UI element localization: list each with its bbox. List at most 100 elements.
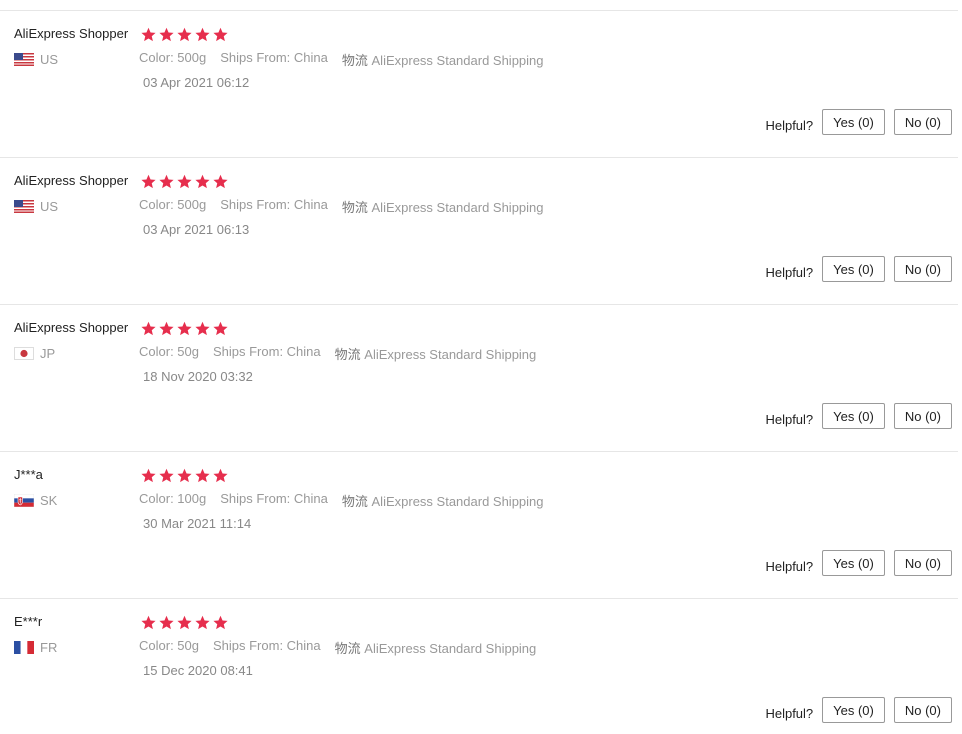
ships-from: Ships From: China <box>220 491 328 506</box>
star-icon <box>141 174 156 189</box>
order-info: Color: 100g Ships From: China 物流 AliExpr… <box>139 491 544 510</box>
country-code: JP <box>40 346 56 361</box>
star-icon <box>195 174 210 189</box>
star-icon <box>213 615 228 630</box>
star-rating <box>140 320 229 337</box>
us-flag-icon <box>14 200 34 213</box>
star-icon <box>213 27 228 42</box>
star-icon <box>177 468 192 483</box>
star-icon <box>213 321 228 336</box>
star-rating <box>140 467 229 484</box>
sk-flag-icon <box>14 494 34 507</box>
reviewer-country: US <box>14 52 58 67</box>
color-option: Color: 50g <box>139 344 199 359</box>
star-icon <box>213 468 228 483</box>
shipping-key: 物流 <box>341 200 368 215</box>
helpful-label: Helpful? <box>765 117 814 133</box>
shipping-key: 物流 <box>341 494 368 509</box>
order-info: Color: 500g Ships From: China 物流 AliExpr… <box>139 50 544 69</box>
shipping-value: AliExpress Standard Shipping <box>371 494 544 509</box>
country-code: US <box>40 199 59 214</box>
shipping-method: 物流 AliExpress Standard Shipping <box>342 491 544 510</box>
country-code: US <box>40 52 59 67</box>
reviewer-name: AliExpress Shopper <box>14 26 129 41</box>
shipping-method: 物流 AliExpress Standard Shipping <box>342 50 544 69</box>
star-icon <box>141 27 156 42</box>
reviewer-name: AliExpress Shopper <box>14 173 129 188</box>
helpful-yes-button[interactable]: Yes (0) <box>822 697 885 723</box>
review-item: E***r FR Color: 50g Ships From: China 物流… <box>0 598 958 725</box>
shipping-method: 物流 AliExpress Standard Shipping <box>335 638 537 657</box>
star-rating <box>140 614 229 631</box>
star-icon <box>195 27 210 42</box>
star-rating <box>140 26 229 43</box>
country-code: FR <box>40 640 58 655</box>
ships-from: Ships From: China <box>212 638 321 653</box>
helpful-label: Helpful? <box>765 705 814 721</box>
star-icon <box>195 468 210 483</box>
shipping-method: 物流 AliExpress Standard Shipping <box>342 197 544 216</box>
order-info: Color: 500g Ships From: China 物流 AliExpr… <box>139 197 544 216</box>
shipping-value: AliExpress Standard Shipping <box>371 200 544 215</box>
star-icon <box>159 468 174 483</box>
review-item: AliExpress Shopper US Color: 500g Ships … <box>0 157 958 304</box>
review-item: AliExpress Shopper JP Color: 50g Ships F… <box>0 304 958 451</box>
helpful-vote: Helpful? Yes (0) No (0) <box>765 403 952 429</box>
helpful-vote: Helpful? Yes (0) No (0) <box>765 256 952 282</box>
helpful-no-button[interactable]: No (0) <box>893 403 952 429</box>
star-icon <box>195 615 210 630</box>
jp-flag-icon <box>14 347 34 360</box>
reviewer-country: US <box>14 199 58 214</box>
helpful-vote: Helpful? Yes (0) No (0) <box>765 109 952 135</box>
helpful-vote: Helpful? Yes (0) No (0) <box>765 697 952 723</box>
order-info: Color: 50g Ships From: China 物流 AliExpre… <box>139 344 536 363</box>
helpful-vote: Helpful? Yes (0) No (0) <box>765 550 952 576</box>
order-info: Color: 50g Ships From: China 物流 AliExpre… <box>139 638 536 657</box>
review-date: 03 Apr 2021 06:12 <box>143 75 250 90</box>
star-icon <box>159 174 174 189</box>
helpful-yes-button[interactable]: Yes (0) <box>822 109 885 135</box>
star-rating <box>140 173 229 190</box>
review-date: 03 Apr 2021 06:13 <box>143 222 250 237</box>
helpful-no-button[interactable]: No (0) <box>893 256 952 282</box>
helpful-label: Helpful? <box>765 264 814 280</box>
helpful-label: Helpful? <box>765 411 814 427</box>
review-date: 30 Mar 2021 11:14 <box>143 516 252 531</box>
shipping-value: AliExpress Standard Shipping <box>364 347 537 362</box>
color-option: Color: 500g <box>139 50 207 65</box>
shipping-key: 物流 <box>334 347 361 362</box>
ships-from: Ships From: China <box>220 50 328 65</box>
reviewer-name: E***r <box>14 614 43 629</box>
star-icon <box>177 615 192 630</box>
ships-from: Ships From: China <box>220 197 328 212</box>
star-icon <box>141 615 156 630</box>
shipping-key: 物流 <box>334 641 361 656</box>
reviewer-country: FR <box>14 640 57 655</box>
star-icon <box>159 321 174 336</box>
reviewer-country: SK <box>14 493 57 508</box>
country-code: SK <box>40 493 58 508</box>
helpful-yes-button[interactable]: Yes (0) <box>822 256 885 282</box>
star-icon <box>177 27 192 42</box>
color-option: Color: 500g <box>139 197 207 212</box>
helpful-yes-button[interactable]: Yes (0) <box>822 403 885 429</box>
reviewer-name: J***a <box>14 467 43 482</box>
us-flag-icon <box>14 53 34 66</box>
shipping-key: 物流 <box>341 53 368 68</box>
review-date: 18 Nov 2020 03:32 <box>143 369 253 384</box>
star-icon <box>141 468 156 483</box>
star-icon <box>159 27 174 42</box>
shipping-method: 物流 AliExpress Standard Shipping <box>335 344 537 363</box>
star-icon <box>141 321 156 336</box>
star-icon <box>195 321 210 336</box>
shipping-value: AliExpress Standard Shipping <box>364 641 537 656</box>
helpful-no-button[interactable]: No (0) <box>893 109 952 135</box>
star-icon <box>159 615 174 630</box>
helpful-yes-button[interactable]: Yes (0) <box>822 550 885 576</box>
reviewer-name: AliExpress Shopper <box>14 320 129 335</box>
review-date: 15 Dec 2020 08:41 <box>143 663 253 678</box>
helpful-no-button[interactable]: No (0) <box>893 697 952 723</box>
helpful-no-button[interactable]: No (0) <box>893 550 952 576</box>
color-option: Color: 50g <box>139 638 199 653</box>
reviewer-country: JP <box>14 346 55 361</box>
